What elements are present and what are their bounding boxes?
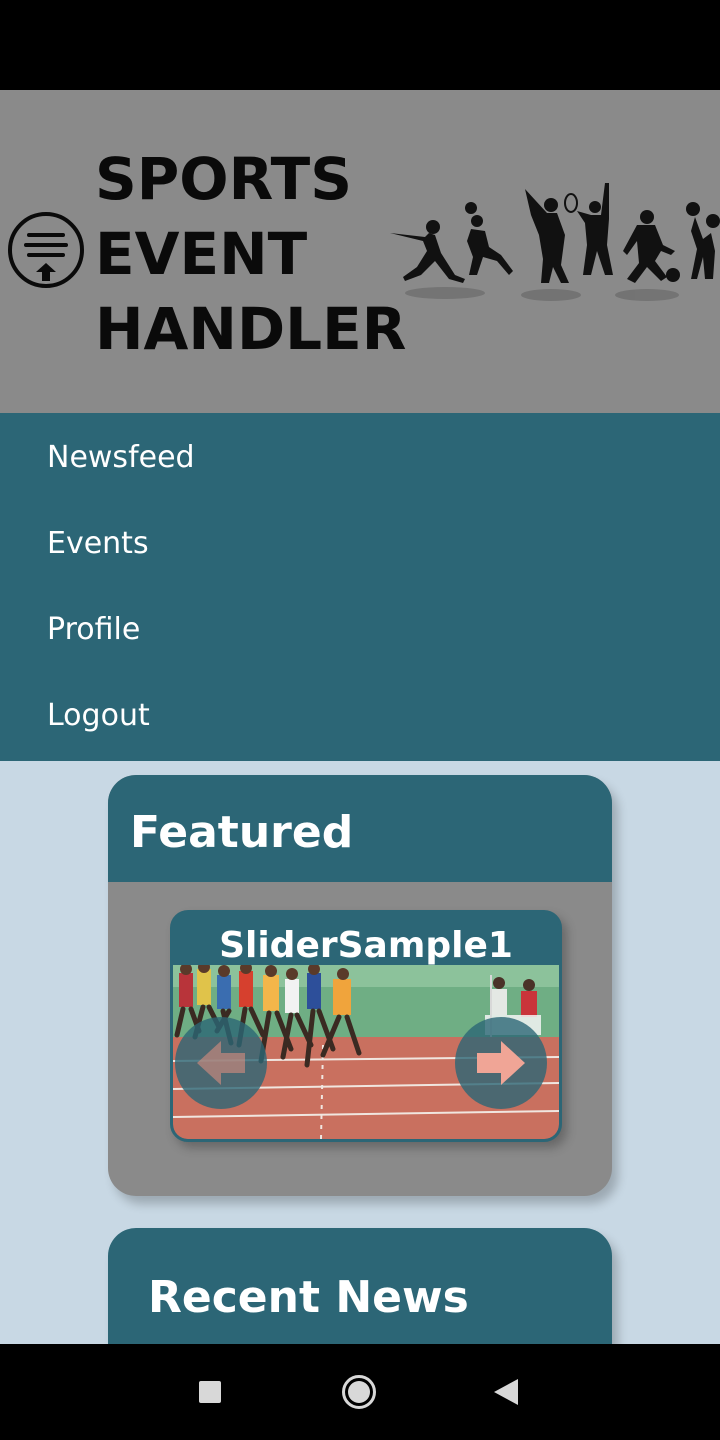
menu-item-logout[interactable]: Logout [47,691,150,741]
side-menu: Newsfeed Events Profile Logout [0,413,720,761]
circle-home-icon[interactable] [341,1374,377,1410]
slider-prev-button[interactable] [175,1017,267,1109]
featured-card: Featured SliderSample1 [108,775,612,1196]
system-navigation-bar [0,1344,720,1440]
app-title-line-2: EVENT [95,220,308,288]
featured-title: Featured [130,807,354,858]
app-header: SPORTS EVENT HANDLER [0,90,720,413]
status-bar [0,0,720,90]
sports-silhouettes-image [385,175,720,315]
arrow-left-icon [197,1041,245,1085]
featured-card-header: Featured [108,775,612,882]
menu-item-profile[interactable]: Profile [47,605,140,655]
recent-news-title: Recent News [148,1272,469,1323]
triangle-back-icon[interactable] [494,1379,518,1405]
app-title: SPORTS EVENT HANDLER [95,142,406,367]
menu-item-events[interactable]: Events [47,519,149,569]
arrow-right-icon [477,1041,525,1085]
slider-next-button[interactable] [455,1017,547,1109]
app-title-line-3: HANDLER [95,295,407,363]
slider-caption: SliderSample1 [219,925,513,966]
app-title-line-1: SPORTS [95,145,352,213]
image-slider[interactable]: SliderSample1 [170,910,562,1142]
menu-item-newsfeed[interactable]: Newsfeed [47,433,195,483]
square-icon[interactable] [199,1381,221,1403]
menu-toggle-icon[interactable] [7,211,85,289]
